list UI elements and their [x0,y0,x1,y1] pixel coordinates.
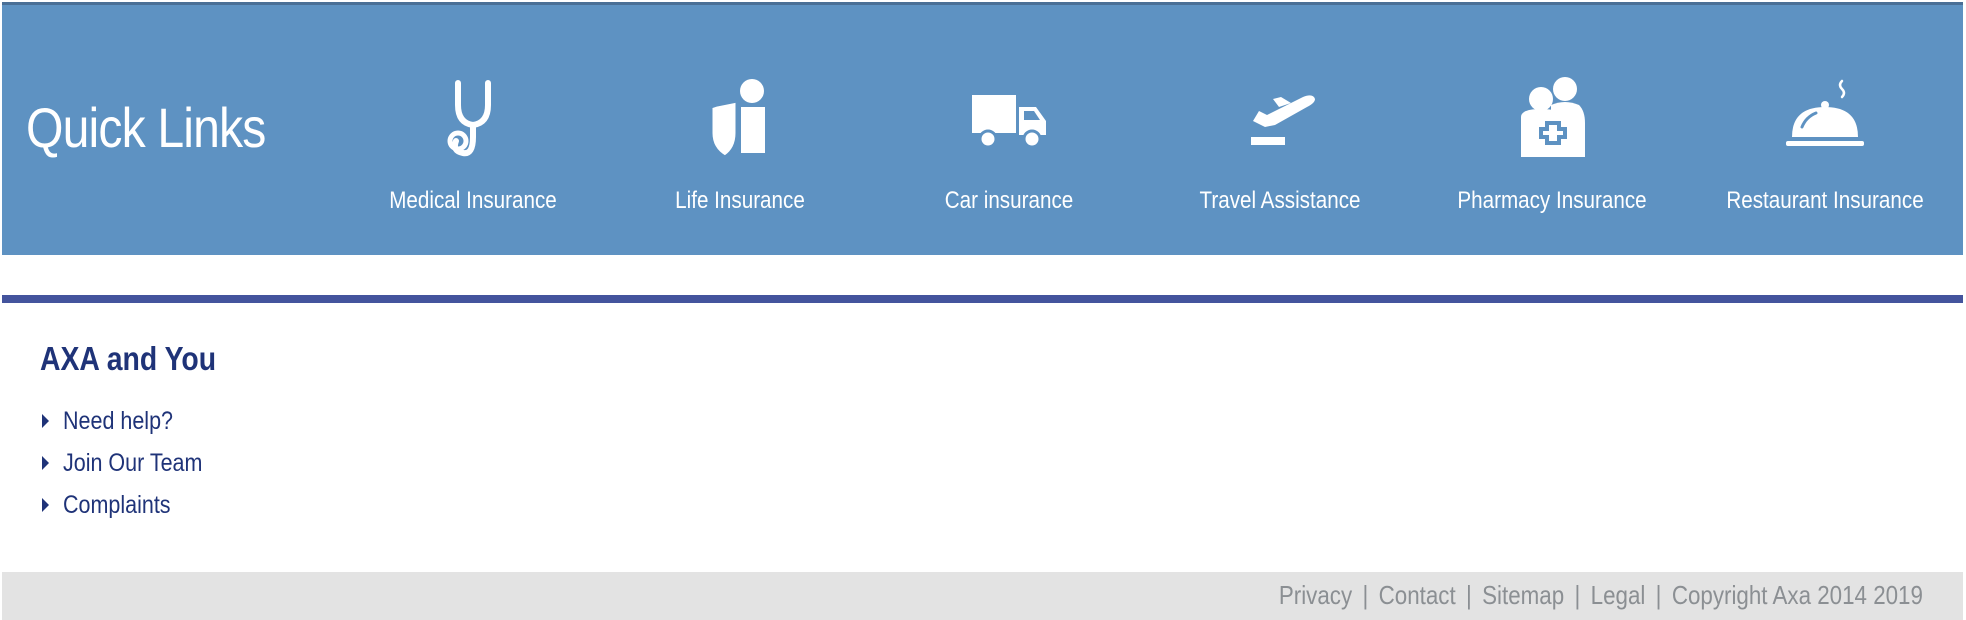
footer-sitemap-link[interactable]: Sitemap [1482,580,1564,611]
footer-legal-link[interactable]: Legal [1591,580,1646,611]
caret-right-icon [42,456,49,470]
footer-separator: | [1466,580,1472,610]
link-text: Complaints [63,490,171,519]
shield-person-icon [695,75,785,165]
axa-and-you-section: AXA and You Need help? Join Our Team Com… [40,340,245,526]
footer-separator: | [1655,580,1662,610]
footer-bar: Privacy | Contact | Sitemap | Legal | Co… [2,572,1963,620]
cloche-icon [1780,75,1870,165]
quick-link-label: Car insurance [944,187,1074,214]
footer-contact-link[interactable]: Contact [1379,580,1456,611]
axa-and-you-heading: AXA and You [40,340,217,377]
footer-copyright: Copyright Axa 2014 2019 [1671,580,1923,610]
quick-link-label: Restaurant Insurance [1726,187,1924,214]
link-text: Join Our Team [63,448,203,477]
quick-link-label: Life Insurance [675,187,805,214]
caret-right-icon [42,498,49,512]
quick-link-label: Medical Insurance [389,187,557,214]
quick-link-car-insurance[interactable]: Car insurance [884,75,1134,225]
footer-separator: | [1574,580,1581,610]
link-text: Need help? [63,406,173,435]
plane-departure-icon [1235,75,1325,165]
footer-links: Privacy | Contact | Sitemap | Legal | Co… [1279,580,1923,611]
quick-link-travel-assistance[interactable]: Travel Assistance [1155,75,1405,225]
section-divider [2,295,1963,303]
quick-link-label: Travel Assistance [1199,187,1361,214]
stethoscope-icon [428,75,518,165]
quick-link-restaurant-insurance[interactable]: Restaurant Insurance [1700,75,1950,225]
quick-links-banner: Quick Links Medical Insurance Life Insur… [2,2,1963,255]
medical-cross-person-icon [1507,75,1597,165]
join-our-team-link[interactable]: Join Our Team [40,442,245,484]
footer-privacy-link[interactable]: Privacy [1279,580,1352,611]
truck-icon [964,75,1054,165]
footer-separator: | [1362,580,1369,610]
axa-and-you-links: Need help? Join Our Team Complaints [40,400,245,526]
quick-link-label: Pharmacy Insurance [1457,187,1647,214]
quick-link-life-insurance[interactable]: Life Insurance [615,75,865,225]
quick-link-medical-insurance[interactable]: Medical Insurance [348,75,598,225]
need-help-link[interactable]: Need help? [40,400,245,442]
complaints-link[interactable]: Complaints [40,484,245,526]
quick-link-pharmacy-insurance[interactable]: Pharmacy Insurance [1427,75,1677,225]
quick-links-title: Quick Links [26,96,266,159]
caret-right-icon [42,414,49,428]
